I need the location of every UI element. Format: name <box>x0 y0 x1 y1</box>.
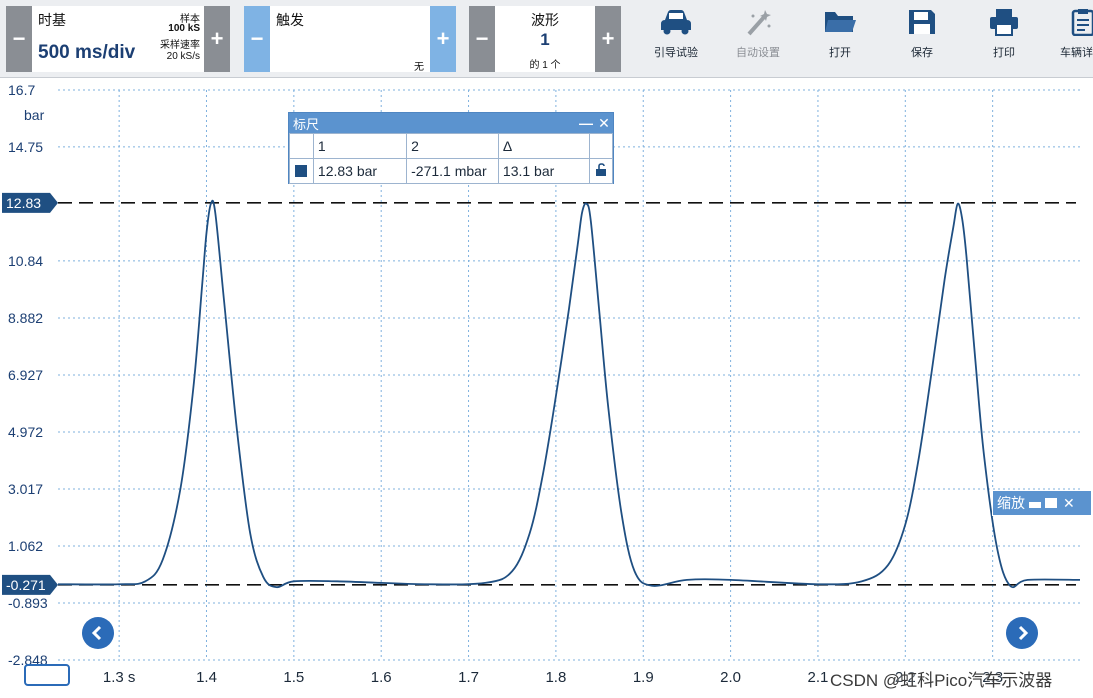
ruler-col-2: 2 <box>406 133 499 159</box>
chevron-right-icon <box>1018 625 1029 641</box>
auto-setup-label: 自动设置 <box>736 47 780 59</box>
car-icon <box>661 10 691 35</box>
trace-layer <box>57 199 1081 589</box>
y-tick-label: 14.75 <box>8 139 43 155</box>
timebase-title: 时基 <box>38 12 66 28</box>
ruler-panel-title: 标尺 <box>293 116 320 132</box>
timebase-control: − 时基 500 ms/div 样本 100 kS 采样速率 20 kS/s + <box>6 6 230 72</box>
samples-value: 100 kS <box>168 23 200 34</box>
zoom-minimize-icon[interactable] <box>1029 502 1041 508</box>
zoom-label: 缩放 <box>997 495 1025 511</box>
save-label: 保存 <box>911 47 933 59</box>
x-tick-label: 1.5 <box>283 669 304 686</box>
trigger-increase-button[interactable]: + <box>430 6 456 72</box>
print-label: 打印 <box>993 47 1015 59</box>
x-tick-label: 1.7 <box>458 669 479 686</box>
y-tick-label: -0.893 <box>8 595 48 611</box>
prev-waveform-button[interactable] <box>82 617 114 649</box>
waveform-control: − 波形 1 的 1 个 + <box>469 6 621 72</box>
ruler-tag-label: -0.271 <box>6 577 46 593</box>
guided-test-label: 引导试验 <box>654 47 698 59</box>
trigger-mode[interactable]: 无 <box>414 58 424 73</box>
vehicle-details-label: 车辆详述 <box>1060 47 1093 59</box>
vehicle-details-button[interactable]: 车辆详述 <box>1046 8 1093 68</box>
sample-rate-label: 采样速率 <box>160 40 200 51</box>
unlock-icon[interactable] <box>594 162 608 177</box>
ruler-table: 1 2 Δ 12.83 bar -271.1 mbar 13.1 bar <box>289 133 613 184</box>
ruler-lock-header <box>589 133 613 159</box>
ruler-value-1: 12.83 bar <box>312 158 408 184</box>
ruler-lock-cell[interactable] <box>589 158 613 184</box>
ruler-color-header <box>289 133 314 159</box>
y-tick-label: 8.882 <box>8 310 43 326</box>
x-tick-label: 1.4 <box>196 669 217 686</box>
watermark-text: CSDN @虹科Pico汽车示波器 <box>830 671 1053 690</box>
toolbar: − 时基 500 ms/div 样本 100 kS 采样速率 20 kS/s +… <box>0 0 1093 78</box>
print-icon <box>990 9 1018 36</box>
zoom-widget[interactable]: 缩放 ✕ <box>992 490 1092 516</box>
ruler-value-2: -271.1 mbar <box>406 158 499 184</box>
y-tick-label: 3.017 <box>8 481 43 497</box>
open-label: 打开 <box>829 47 851 59</box>
x-tick-label: 1.6 <box>371 669 392 686</box>
y-tick-label: 16.7 <box>8 82 35 98</box>
ruler-header-row: 1 2 Δ <box>289 133 613 159</box>
ruler-tag-label: 12.83 <box>6 195 41 211</box>
ruler-value-row: 12.83 bar -271.1 mbar 13.1 bar <box>289 158 613 184</box>
chevron-left-icon <box>91 625 102 641</box>
trigger-title: 触发 <box>276 12 304 28</box>
y-tick-label: 4.972 <box>8 424 43 440</box>
ruler-markers: 12.83 -0.271 <box>2 192 1076 595</box>
y-tick-label: 10.84 <box>8 253 43 269</box>
waveform-increase-button[interactable]: + <box>595 6 621 72</box>
y-tick-label: 6.927 <box>8 367 43 383</box>
sample-rate-value: 20 kS/s <box>166 51 200 62</box>
timebase-value[interactable]: 500 ms/div <box>38 42 135 64</box>
ruler-minimize-button[interactable]: — <box>577 115 595 132</box>
wand-icon <box>747 10 771 36</box>
trigger-control: − 触发 无 + <box>244 6 456 73</box>
trigger-decrease-button[interactable]: − <box>244 6 270 72</box>
y-tick-label: 1.062 <box>8 538 43 554</box>
auto-setup-button[interactable]: 自动设置 <box>722 8 794 68</box>
guided-test-button[interactable]: 引导试验 <box>640 8 712 68</box>
ruler-close-button[interactable]: ✕ <box>595 115 613 132</box>
x-tick-label: 1.8 <box>545 669 566 686</box>
x-tick-label: 2.1 <box>808 669 829 686</box>
ruler-panel-header[interactable]: 标尺 — ✕ <box>289 113 613 133</box>
channel-selector[interactable] <box>24 664 70 686</box>
ruler-col-delta: Δ <box>497 133 591 159</box>
ruler-channel-swatch <box>289 158 314 184</box>
save-icon <box>909 10 935 34</box>
clipboard-icon <box>1071 9 1093 36</box>
channel-a-trace <box>57 199 1081 589</box>
folder-icon <box>825 12 856 32</box>
x-tick-label: 2.0 <box>720 669 741 686</box>
timebase-increase-button[interactable]: + <box>204 6 230 72</box>
next-waveform-button[interactable] <box>1006 617 1038 649</box>
y-axis-unit: bar <box>24 107 45 123</box>
ruler-panel[interactable]: 标尺 — ✕ 1 2 Δ 12.83 bar -271.1 mbar 13.1 … <box>288 112 614 184</box>
open-button[interactable]: 打开 <box>804 8 876 68</box>
zoom-restore-icon[interactable] <box>1045 498 1057 508</box>
print-button[interactable]: 打印 <box>968 8 1040 68</box>
ruler-delta-value: 13.1 bar <box>497 158 591 184</box>
save-button[interactable]: 保存 <box>886 8 958 68</box>
timebase-decrease-button[interactable]: − <box>6 6 32 72</box>
zoom-close-button[interactable]: ✕ <box>1063 495 1075 512</box>
x-tick-label: 1.9 <box>633 669 654 686</box>
ruler-col-1: 1 <box>312 133 408 159</box>
x-tick-label: 1.3 s <box>103 669 136 686</box>
